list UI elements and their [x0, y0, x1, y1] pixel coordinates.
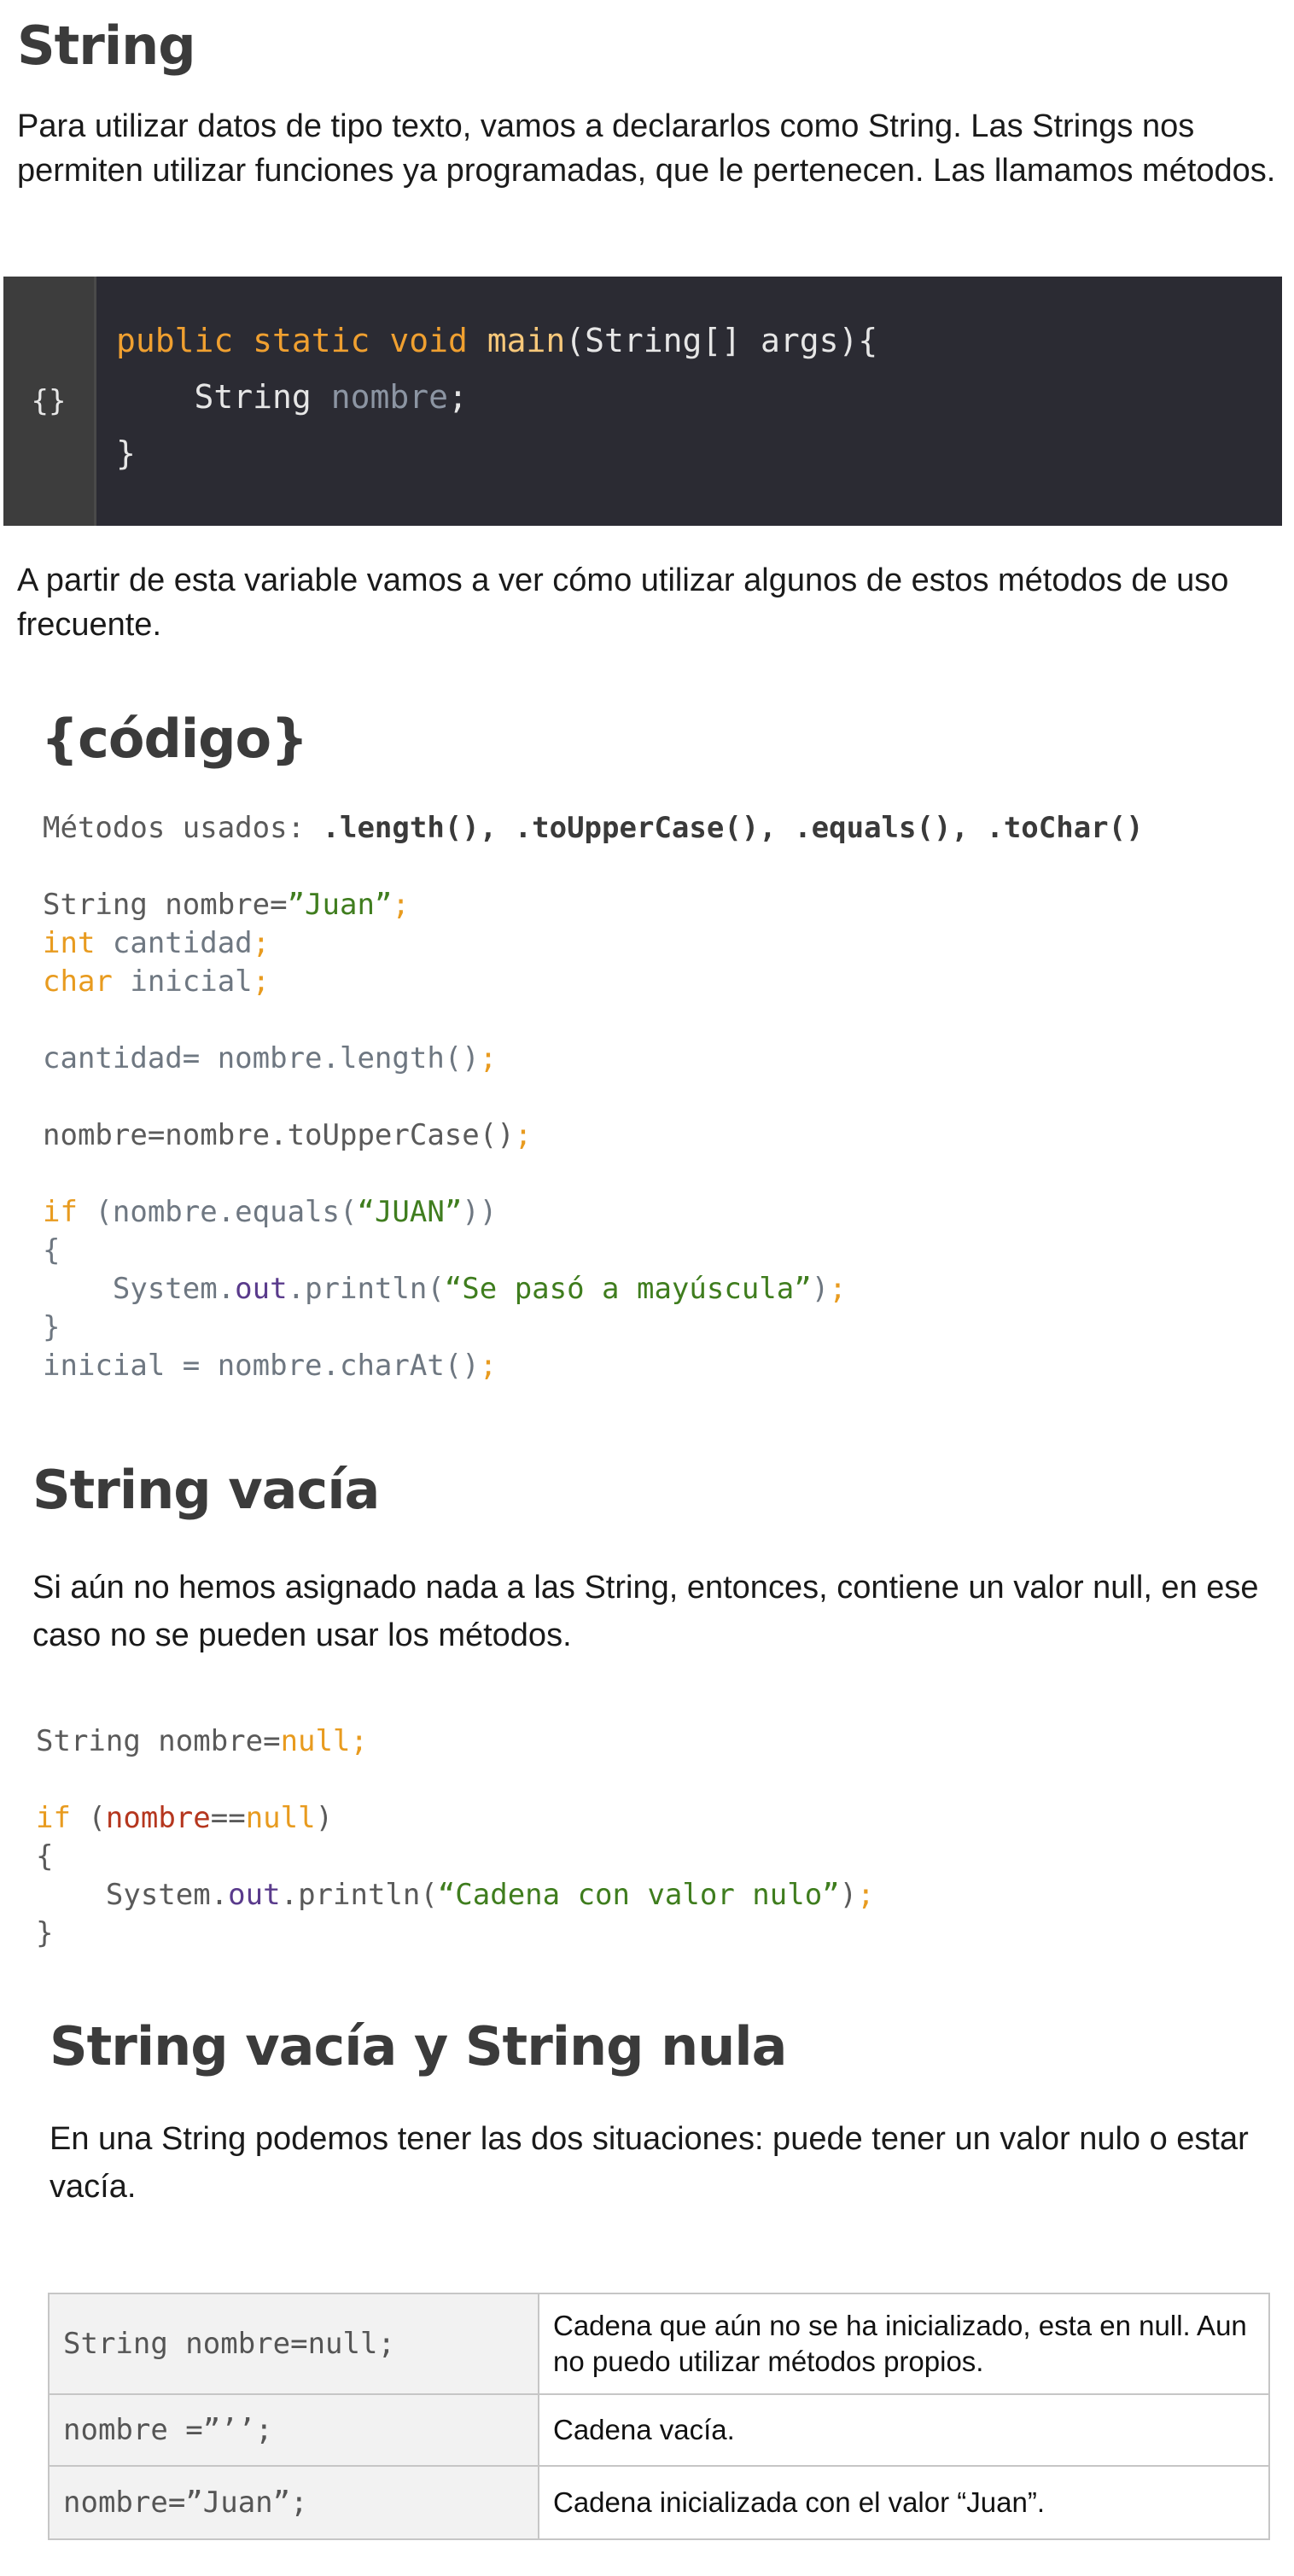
code-token: cantidad — [95, 926, 253, 960]
code-token: ) — [811, 1272, 830, 1306]
section-title-string-vacia: String vacía — [32, 1459, 380, 1521]
code-block-main: {} public static void main(String[] args… — [3, 277, 1282, 526]
string-vacia-paragraph: Si aún no hemos asignado nada a las Stri… — [32, 1570, 1259, 1653]
code-token: out — [235, 1272, 288, 1306]
code-token: “Se pasó a mayúscula” — [444, 1272, 812, 1306]
page-title: String — [17, 15, 196, 77]
code-token: ( — [70, 1801, 106, 1835]
code-token: == — [210, 1801, 246, 1835]
code-token: ”Juan” — [287, 888, 393, 922]
code-token: } — [36, 1916, 54, 1950]
code-token: ; — [829, 1272, 847, 1306]
code-token: (nombre.equals( — [77, 1195, 358, 1229]
code-token: (String[] args){ — [565, 322, 878, 359]
code-token: String nombre= — [43, 888, 288, 922]
table-cell-description: Cadena que aún no se ha inicializado, es… — [538, 2293, 1270, 2395]
table-cell-code: String nombre=null; — [48, 2293, 539, 2395]
codigo-title: {código} — [41, 708, 308, 770]
methods-used-label: Métodos usados: — [43, 811, 323, 845]
code-token: if — [43, 1195, 78, 1229]
code-token: ; — [857, 1878, 875, 1912]
string-vacia-code: String nombre=null; if (nombre==null) { … — [36, 1722, 875, 1953]
section-title-vacia-nula: String vacía y String nula — [50, 2015, 787, 2078]
code-token: { — [43, 1233, 61, 1268]
code-token: “Cadena con valor nulo” — [437, 1878, 840, 1912]
table-cell-description: Cadena inicializada con el valor “Juan”. — [538, 2465, 1270, 2540]
table-row: nombre =”’’; Cadena vacía. — [48, 2393, 1270, 2467]
code-token: inicial = nombre.charAt() — [43, 1349, 480, 1383]
code-token: static — [253, 322, 370, 359]
comparison-table: String nombre=null; Cadena que aún no se… — [48, 2293, 1270, 2540]
code-token: “JUAN” — [357, 1195, 463, 1229]
codigo-code: String nombre=”Juan”; int cantidad; char… — [43, 886, 847, 1385]
code-token: inicial — [112, 965, 253, 999]
code-token: cantidad= nombre.length() — [43, 1041, 480, 1075]
table-cell-code: nombre=”Juan”; — [48, 2465, 539, 2540]
code-token: } — [43, 1310, 61, 1344]
main-method-code: public static void main(String[] args){ … — [116, 312, 877, 481]
table-cell-code: nombre =”’’; — [48, 2393, 539, 2467]
table-row: nombre=”Juan”; Cadena inicializada con e… — [48, 2465, 1270, 2540]
code-token: ; — [479, 1349, 498, 1383]
code-token: .println( — [280, 1878, 438, 1912]
code-token: int — [43, 926, 96, 960]
code-token: ; — [479, 1041, 498, 1075]
vacia-nula-paragraph: En una String podemos tener las dos situ… — [50, 2121, 1249, 2205]
methods-used-line: Métodos usados: .length(), .toUpperCase(… — [43, 809, 1144, 848]
code-token: { — [36, 1839, 54, 1874]
code-token: ; — [252, 965, 271, 999]
code-token: char — [43, 965, 113, 999]
code-token: ; — [392, 888, 410, 922]
code-token: System. — [36, 1878, 229, 1912]
code-token: String nombre= — [36, 1724, 281, 1758]
table-row: String nombre=null; Cadena que aún no se… — [48, 2293, 1270, 2395]
code-token: nombre — [330, 378, 448, 416]
code-token: void — [389, 322, 468, 359]
code-token: ; — [447, 378, 468, 416]
code-token: } — [116, 434, 136, 472]
methods-used-list: .length(), .toUpperCase(), .equals(), .t… — [322, 811, 1144, 845]
code-token: out — [228, 1878, 281, 1912]
code-token: public — [116, 322, 234, 359]
code-token: null — [245, 1801, 316, 1835]
code-token: )) — [462, 1195, 498, 1229]
code-token: null — [280, 1724, 351, 1758]
code-token: .println( — [287, 1272, 445, 1306]
methods-intro-paragraph: A partir de esta variable vamos a ver có… — [17, 562, 1229, 643]
code-token: String — [194, 378, 312, 416]
code-token: ; — [350, 1724, 368, 1758]
code-token: ; — [252, 926, 271, 960]
code-token: ; — [514, 1118, 533, 1152]
code-token: if — [36, 1801, 71, 1835]
code-token: System. — [43, 1272, 236, 1306]
intro-paragraph: Para utilizar datos de tipo texto, vamos… — [17, 108, 1276, 189]
code-token: main — [487, 322, 566, 359]
table-cell-description: Cadena vacía. — [538, 2393, 1270, 2467]
code-braces-icon: {} — [3, 277, 96, 526]
code-token: ) — [315, 1801, 334, 1835]
code-token: nombre=nombre.toUpperCase() — [43, 1118, 515, 1152]
code-token: ) — [839, 1878, 858, 1912]
code-token: nombre — [105, 1801, 211, 1835]
